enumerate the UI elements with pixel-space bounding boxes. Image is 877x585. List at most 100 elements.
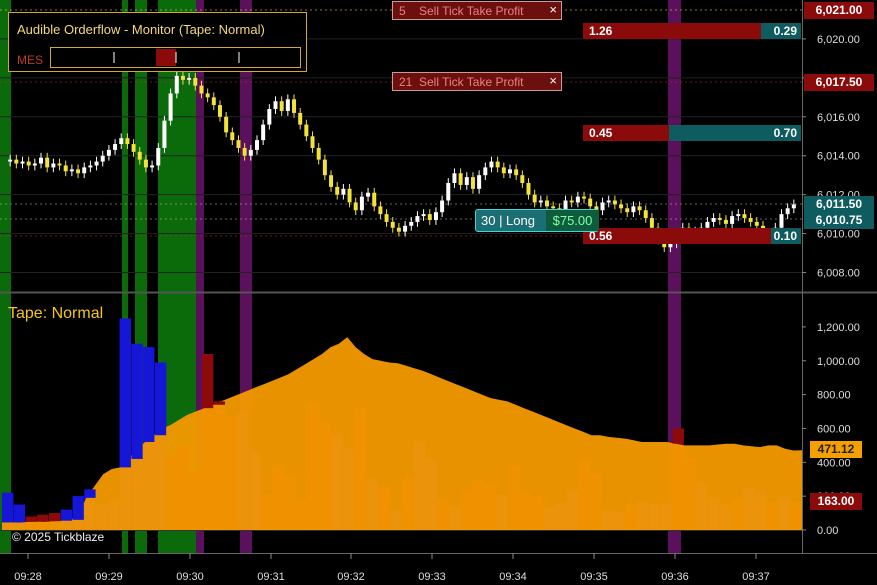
time-tick-label: 09:31 bbox=[257, 571, 285, 583]
candle-body bbox=[174, 75, 179, 94]
candle-body bbox=[353, 202, 358, 211]
candle-body bbox=[322, 159, 327, 176]
candle-body bbox=[359, 196, 364, 211]
volume-bar-peak bbox=[37, 514, 49, 522]
candle-body bbox=[619, 204, 624, 209]
volume-tick-label: 1,000.00 bbox=[817, 356, 860, 368]
candle-body bbox=[69, 169, 74, 172]
candle-body bbox=[224, 116, 229, 133]
volume-bar-peak bbox=[143, 347, 155, 442]
candle-body bbox=[600, 202, 605, 211]
volume-bar-peak bbox=[60, 509, 73, 521]
candle-body bbox=[637, 206, 642, 211]
candle-body bbox=[717, 218, 722, 220]
candle-body bbox=[532, 194, 537, 203]
candle-body bbox=[143, 159, 148, 168]
bid-volume: 0.45 bbox=[583, 125, 669, 141]
price-tag-last: 6,010.75 bbox=[804, 212, 874, 229]
tape-label: Tape: Normal bbox=[8, 305, 104, 322]
order-sell-take-profit-5[interactable]: 5 Sell Tick Take Profit × bbox=[392, 1, 562, 20]
candle-body bbox=[730, 216, 735, 224]
candle-body bbox=[612, 200, 617, 205]
candle-body bbox=[187, 77, 192, 80]
monitor-title: Audible Orderflow - Monitor (Tape: Norma… bbox=[17, 22, 265, 37]
candle-body bbox=[279, 101, 284, 111]
volume-bar-peak bbox=[13, 504, 26, 523]
price-tick-label: 6,010.00 bbox=[817, 229, 860, 241]
candle-body bbox=[304, 124, 309, 137]
volume-tick-label: 800.00 bbox=[817, 390, 851, 402]
candle-body bbox=[273, 101, 278, 110]
candle-body bbox=[458, 173, 463, 185]
candle-body bbox=[100, 155, 105, 162]
volume-imbalance-row: 0.45 0.70 bbox=[583, 125, 801, 141]
copyright-text: © 2025 Tickblaze bbox=[12, 530, 105, 544]
orderflow-monitor-panel[interactable]: Audible Orderflow - Monitor (Tape: Norma… bbox=[8, 12, 307, 72]
candle-body bbox=[588, 198, 593, 207]
candle-body bbox=[489, 161, 494, 168]
volume-bar-peak bbox=[119, 318, 131, 468]
order-sell-take-profit-21[interactable]: 21 Sell Tick Take Profit × bbox=[392, 72, 562, 91]
bid-volume: 0.56 bbox=[583, 228, 771, 244]
candle-body bbox=[32, 163, 37, 166]
candle-body bbox=[125, 138, 130, 145]
candle-body bbox=[106, 149, 111, 156]
time-tick-label: 09:36 bbox=[661, 571, 689, 583]
candle-body bbox=[39, 157, 44, 164]
candle-body bbox=[211, 97, 216, 106]
candle-body bbox=[514, 169, 519, 176]
candle-body bbox=[113, 144, 118, 150]
candle-body bbox=[45, 157, 50, 168]
price-tag-entry: 6,011.50 bbox=[804, 196, 874, 213]
volume-tick-label: 1,200.00 bbox=[817, 322, 860, 334]
tape-tag-volume: 163.00 bbox=[810, 493, 862, 510]
volume-tick-label: 0.00 bbox=[817, 525, 838, 537]
candle-body bbox=[82, 167, 87, 174]
candle-body bbox=[748, 218, 753, 222]
ask-volume: 0.70 bbox=[669, 125, 801, 141]
tape-volume-histogram[interactable] bbox=[0, 318, 802, 531]
candle-body bbox=[464, 177, 469, 185]
candle-body bbox=[193, 77, 198, 86]
candle-body bbox=[736, 214, 741, 217]
candle-body bbox=[205, 93, 210, 98]
candle-body bbox=[199, 85, 204, 94]
candle-body bbox=[538, 200, 543, 203]
candle-body bbox=[366, 192, 371, 197]
monitor-symbol: MES bbox=[17, 53, 44, 67]
close-icon[interactable]: × bbox=[549, 2, 557, 17]
candle-body bbox=[14, 159, 19, 164]
meter-active-segment bbox=[156, 49, 176, 66]
ask-volume: 0.29 bbox=[761, 23, 801, 39]
orderflow-meter bbox=[50, 47, 301, 68]
close-icon[interactable]: × bbox=[549, 73, 557, 88]
candle-body bbox=[51, 163, 56, 168]
volume-tick-label: 600.00 bbox=[817, 423, 851, 435]
position-pnl: $75.00 bbox=[546, 210, 599, 231]
tape-tag-ema: 471.12 bbox=[810, 441, 862, 458]
candle-body bbox=[242, 147, 247, 156]
price-tick-label: 6,014.00 bbox=[817, 151, 860, 163]
candle-body bbox=[477, 175, 482, 189]
candle-body bbox=[427, 214, 432, 220]
volume-imbalance-row: 0.56 0.10 bbox=[583, 228, 801, 244]
candle-body bbox=[446, 182, 451, 201]
volume-bar-peak bbox=[202, 354, 214, 409]
candle-body bbox=[335, 186, 340, 195]
volume-bar-peak bbox=[2, 492, 14, 523]
candle-body bbox=[723, 219, 728, 224]
time-tick-label: 09:32 bbox=[337, 571, 365, 583]
time-tick-label: 09:29 bbox=[95, 571, 123, 583]
price-tick-label: 6,008.00 bbox=[817, 268, 860, 280]
position-badge[interactable]: 30 | Long $75.00 bbox=[475, 209, 599, 232]
candle-body bbox=[63, 165, 68, 172]
order-label: Sell Tick Take Profit bbox=[419, 75, 524, 89]
volume-tick-label: 400.00 bbox=[817, 457, 851, 469]
candle-body bbox=[150, 165, 155, 168]
candle-body bbox=[347, 188, 352, 203]
candle-body bbox=[421, 214, 426, 217]
candle-body bbox=[341, 188, 346, 195]
candle-body bbox=[94, 161, 99, 166]
time-tick-label: 09:33 bbox=[418, 571, 446, 583]
candle-body bbox=[545, 200, 550, 207]
